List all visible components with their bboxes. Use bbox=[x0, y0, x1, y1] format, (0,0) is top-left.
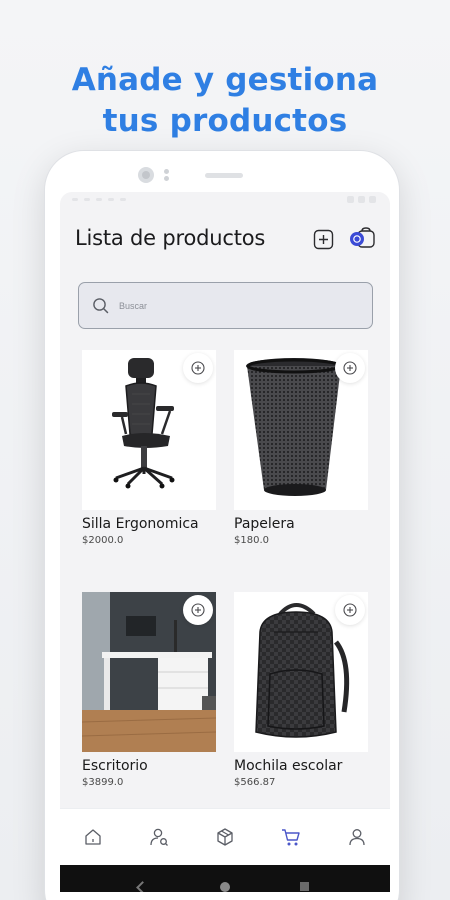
add-product-button[interactable] bbox=[313, 229, 334, 250]
add-to-cart-button[interactable] bbox=[183, 595, 213, 625]
add-to-cart-button[interactable] bbox=[335, 353, 365, 383]
search-icon bbox=[93, 298, 109, 314]
app-screen: Lista de productos Buscar Silla Ergonomi… bbox=[60, 192, 390, 892]
nav-profile[interactable] bbox=[346, 826, 368, 848]
page-title: Lista de productos bbox=[75, 226, 266, 250]
product-card[interactable]: Silla Ergonomica $2000.0 bbox=[82, 350, 216, 546]
speaker-grille bbox=[205, 173, 243, 178]
recents-icon[interactable] bbox=[300, 882, 309, 891]
product-image bbox=[234, 350, 368, 510]
search-box[interactable] bbox=[78, 282, 373, 329]
sensor-icon bbox=[164, 169, 170, 181]
home-icon bbox=[85, 829, 101, 845]
search-input[interactable] bbox=[119, 295, 359, 317]
product-price: $566.87 bbox=[234, 777, 276, 788]
status-bar bbox=[60, 192, 390, 208]
plus-circle-icon bbox=[191, 603, 205, 617]
product-name: Silla Ergonomica bbox=[82, 516, 199, 532]
nav-cart[interactable] bbox=[280, 826, 302, 848]
promo-line-2: tus productos bbox=[102, 103, 348, 139]
home-pill-icon[interactable] bbox=[220, 882, 230, 892]
product-name: Papelera bbox=[234, 516, 295, 532]
bottom-navigation bbox=[60, 808, 390, 865]
camera-icon bbox=[138, 167, 154, 183]
product-price: $180.0 bbox=[234, 535, 269, 546]
product-name: Mochila escolar bbox=[234, 758, 343, 774]
plus-circle-icon bbox=[343, 603, 357, 617]
product-image bbox=[82, 350, 216, 510]
user-search-icon bbox=[150, 828, 168, 846]
plus-circle-icon bbox=[191, 361, 205, 375]
add-to-cart-button[interactable] bbox=[183, 353, 213, 383]
product-name: Escritorio bbox=[82, 758, 148, 774]
system-navigation-bar bbox=[60, 865, 390, 892]
cart-icon bbox=[282, 829, 300, 846]
nav-users[interactable] bbox=[148, 826, 170, 848]
profile-icon bbox=[349, 829, 365, 846]
plus-circle-icon bbox=[343, 361, 357, 375]
plus-square-icon bbox=[313, 229, 334, 250]
product-card[interactable]: Escritorio $3899.0 bbox=[82, 592, 216, 788]
box-icon bbox=[217, 828, 233, 846]
promo-line-1: Añade y gestiona bbox=[71, 62, 379, 98]
nav-home[interactable] bbox=[82, 826, 104, 848]
product-price: $3899.0 bbox=[82, 777, 124, 788]
back-icon[interactable] bbox=[136, 881, 149, 892]
promo-headline: Añade y gestiona tus productos bbox=[0, 60, 450, 142]
cart-icon bbox=[350, 227, 375, 248]
product-price: $2000.0 bbox=[82, 535, 124, 546]
product-card[interactable]: Papelera $180.0 bbox=[234, 350, 368, 546]
add-to-cart-button[interactable] bbox=[335, 595, 365, 625]
cart-button[interactable] bbox=[349, 227, 377, 251]
nav-inventory[interactable] bbox=[214, 826, 236, 848]
product-card[interactable]: Mochila escolar $566.87 bbox=[234, 592, 368, 788]
app-header: Lista de productos bbox=[60, 222, 390, 256]
product-image bbox=[82, 592, 216, 752]
product-image bbox=[234, 592, 368, 752]
